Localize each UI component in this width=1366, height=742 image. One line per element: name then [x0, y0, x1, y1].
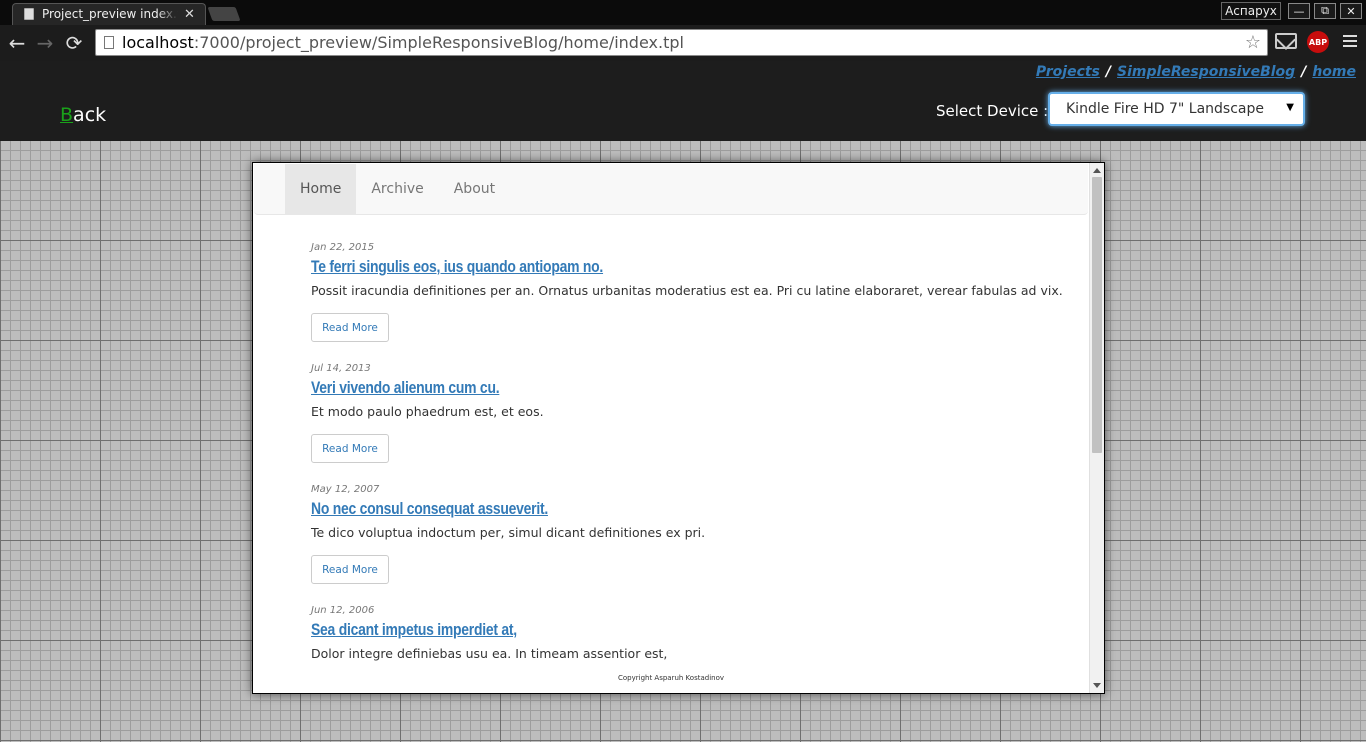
post: Jul 14, 2013 Veri vivendo alienum cum cu… [311, 363, 1071, 484]
back-link[interactable]: Back [60, 104, 106, 126]
post-excerpt: Te dico voluptua indoctum per, simul dic… [311, 525, 706, 540]
tab-bar: Project_preview index.tpl ✕ Аспарух — ⧉ … [0, 0, 1366, 25]
breadcrumb-separator: / [1301, 64, 1307, 80]
bookmark-star-icon[interactable]: ☆ [1245, 32, 1261, 53]
back-arrow-icon[interactable]: ← [5, 31, 29, 55]
post-title-link[interactable]: Sea dicant impetus imperdiet at, [311, 620, 934, 640]
breadcrumb-projects[interactable]: Projects [1036, 64, 1100, 80]
close-window-button[interactable]: ✕ [1340, 3, 1362, 19]
copyright: Copyright Asparuh Kostadinov [617, 674, 725, 682]
post-excerpt: Et modo paulo phaedrum est, et eos. [311, 404, 544, 419]
device-select[interactable]: Kindle Fire HD 7" Landscape ▼ [1048, 92, 1305, 126]
back-link-rest: ack [73, 104, 107, 126]
adblock-extension-icon[interactable]: ABP [1307, 31, 1329, 53]
menu-icon[interactable] [1343, 35, 1357, 47]
minimize-button[interactable]: — [1288, 3, 1310, 19]
restore-button[interactable]: ⧉ [1314, 3, 1336, 19]
url-host: localhost [122, 33, 194, 52]
reload-icon[interactable]: ⟳ [62, 31, 86, 55]
url-path: :7000/project_preview/SimpleResponsiveBl… [193, 33, 684, 52]
post: Jan 22, 2015 Te ferri singulis eos, ius … [311, 242, 1071, 363]
nav-about[interactable]: About [439, 164, 510, 214]
post-excerpt: Dolor integre definiebas usu ea. In time… [311, 646, 668, 661]
post-list: Jan 22, 2015 Te ferri singulis eos, ius … [311, 242, 1071, 693]
browser-toolbar: ← → ⟳ localhost :7000/project_preview/Si… [0, 25, 1366, 61]
breadcrumb-project[interactable]: SimpleResponsiveBlog [1117, 64, 1295, 80]
scroll-up-arrow-icon[interactable] [1093, 168, 1101, 173]
post: May 12, 2007 No nec consul consequat ass… [311, 484, 1071, 605]
post-date: Jul 14, 2013 [311, 363, 371, 374]
scrollbar[interactable] [1089, 163, 1104, 693]
browser-tab-content[interactable]: Project_preview index.tpl ✕ [12, 3, 206, 25]
breadcrumb-page[interactable]: home [1312, 64, 1356, 80]
mail-extension-icon[interactable] [1275, 33, 1297, 49]
read-more-button[interactable]: Read More [311, 313, 389, 342]
page-icon [104, 36, 114, 49]
post-title-link[interactable]: Veri vivendo alienum cum cu. [311, 378, 934, 398]
read-more-button[interactable]: Read More [311, 434, 389, 463]
nav-archive[interactable]: Archive [356, 164, 438, 214]
scroll-down-arrow-icon[interactable] [1093, 683, 1101, 688]
tab-title: Project_preview index.tpl [42, 7, 178, 21]
new-tab-button[interactable] [207, 7, 241, 21]
post-excerpt: Possit iracundia definitiones per an. Or… [311, 283, 1063, 298]
device-label: Select Device : [936, 102, 1049, 120]
forward-arrow-icon[interactable]: → [33, 31, 57, 55]
page-icon [24, 8, 34, 20]
preview-header: Projects / SimpleResponsiveBlog / home B… [0, 61, 1366, 141]
device-select-value: Kindle Fire HD 7" Landscape [1066, 101, 1264, 117]
dropdown-caret-icon: ▼ [1286, 102, 1294, 113]
post-date: May 12, 2007 [311, 484, 380, 495]
profile-button[interactable]: Аспарух [1221, 2, 1281, 20]
scroll-thumb[interactable] [1092, 177, 1102, 453]
back-link-initial: B [60, 104, 74, 126]
read-more-button[interactable]: Read More [311, 555, 389, 584]
breadcrumb-separator: / [1105, 64, 1112, 80]
post-title-link[interactable]: Te ferri singulis eos, ius quando antiop… [311, 257, 934, 277]
breadcrumb: Projects / SimpleResponsiveBlog / home [1036, 64, 1356, 80]
nav-home[interactable]: Home [285, 164, 357, 214]
address-bar[interactable]: localhost :7000/project_preview/SimpleRe… [95, 29, 1268, 56]
blog-navbar: Home Archive About [254, 164, 1088, 215]
post-date: Jun 12, 2006 [311, 605, 375, 616]
tab-close-icon[interactable]: ✕ [184, 7, 195, 22]
post-date: Jan 22, 2015 [311, 242, 375, 253]
post-title-link[interactable]: No nec consul consequat assueverit. [311, 499, 934, 519]
device-preview-frame: Home Archive About Jan 22, 2015 Te ferri… [252, 162, 1105, 694]
